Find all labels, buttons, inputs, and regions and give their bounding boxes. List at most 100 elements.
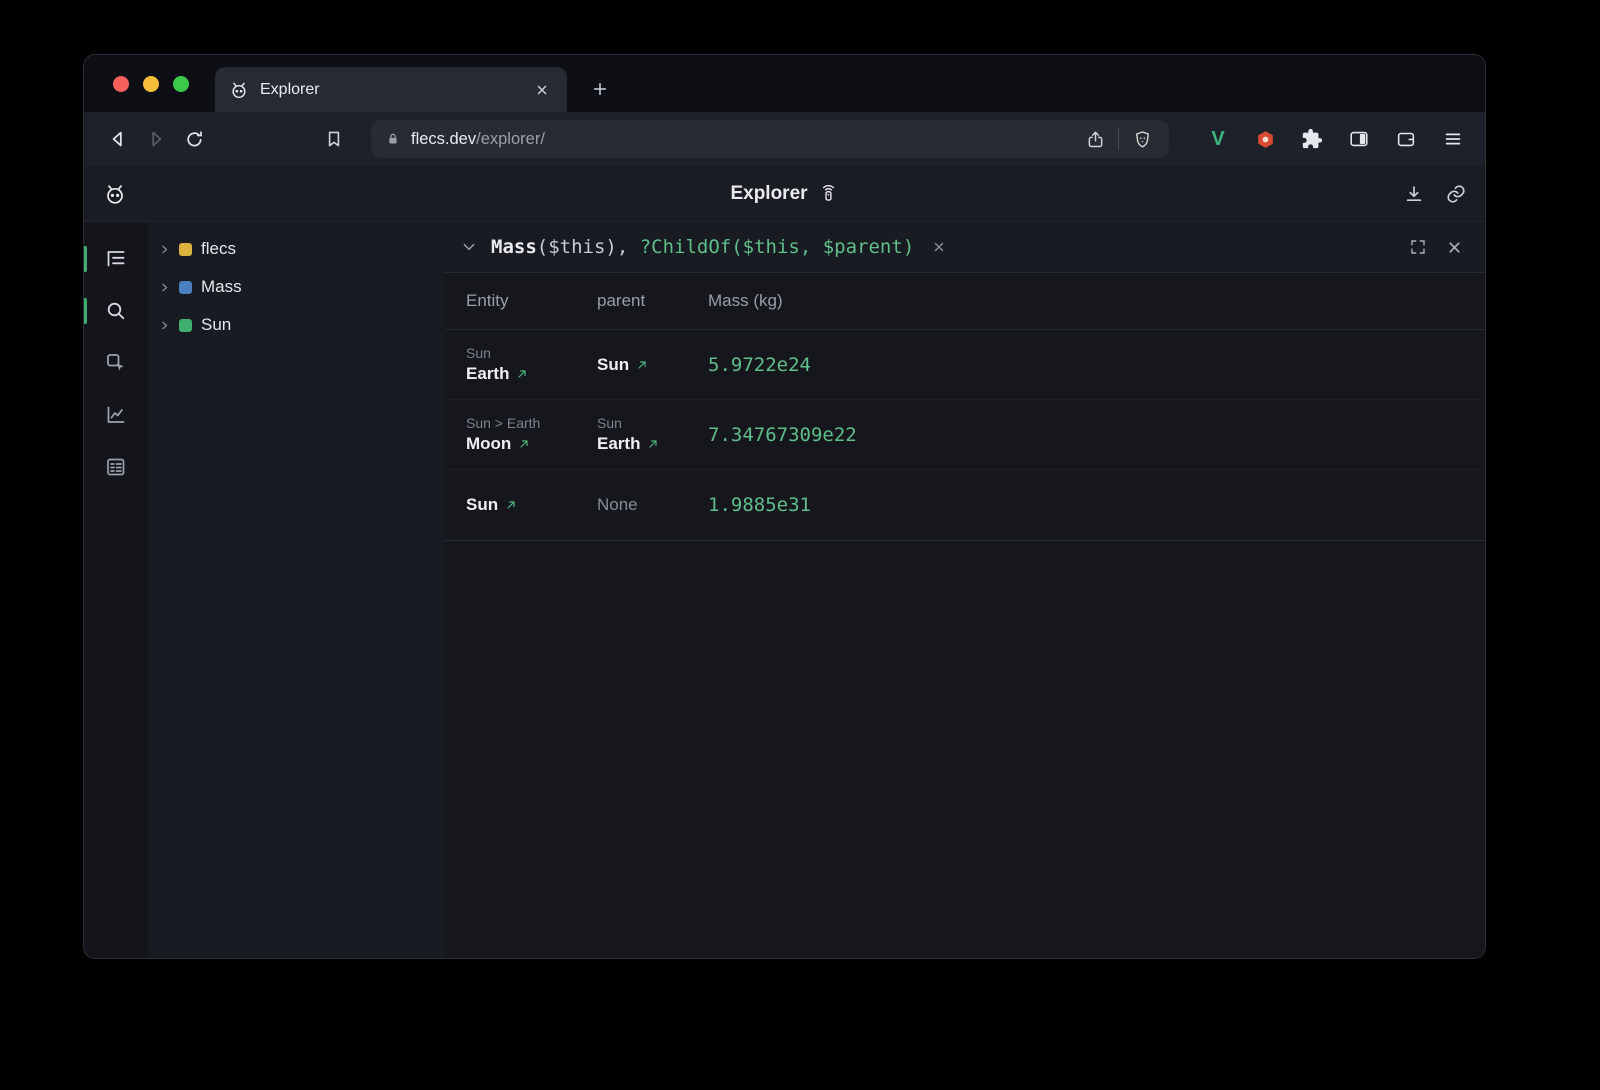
entity-link[interactable]: Earth [466, 364, 509, 384]
lock-icon [385, 131, 401, 147]
sidebar-panel-icon[interactable] [1346, 126, 1372, 152]
table-header: Entity parent Mass (kg) [445, 273, 1485, 330]
query-optional-term: ?ChildOf($this, $parent) [640, 236, 915, 258]
bookmark-icon[interactable] [319, 124, 349, 154]
entity-color-swatch [179, 319, 192, 332]
external-link-icon[interactable] [505, 499, 517, 511]
external-link-icon[interactable] [647, 438, 659, 450]
close-panel-icon[interactable] [1441, 234, 1467, 260]
parent-link[interactable]: Earth [597, 434, 640, 454]
browser-window: Explorer flecs.dev/explorer/ [84, 55, 1485, 958]
hexagon-extension-icon[interactable] [1252, 126, 1278, 152]
table-row: Sun None 1.9885e31 [445, 470, 1485, 540]
wallet-icon[interactable] [1393, 126, 1419, 152]
back-button[interactable] [103, 124, 133, 154]
parent-path: Sun [597, 415, 708, 431]
extensions-cluster: V [1205, 126, 1466, 152]
mass-value: 5.9722e24 [708, 354, 1485, 376]
entity-cell: Sun [466, 495, 597, 515]
external-link-icon[interactable] [516, 368, 528, 380]
share-icon[interactable] [1082, 126, 1108, 152]
table-row: Sun > Earth Moon Sun Earth 7.347673 [445, 400, 1485, 470]
vue-devtools-extension-icon[interactable]: V [1205, 126, 1231, 152]
entity-color-swatch [179, 243, 192, 256]
chevron-right-icon[interactable] [159, 320, 170, 331]
query-expression[interactable]: Mass($this), ?ChildOf($this, $parent) [491, 236, 914, 258]
query-panel-active-indicator [84, 298, 87, 324]
parent-cell: None [597, 495, 708, 515]
search-icon[interactable] [98, 293, 134, 329]
app-title-wrap: Explorer [730, 183, 838, 205]
tab-title: Explorer [260, 81, 520, 99]
menu-icon[interactable] [1440, 126, 1466, 152]
stats-icon[interactable] [98, 449, 134, 485]
external-link-icon[interactable] [636, 359, 648, 371]
entity-link[interactable]: Sun [466, 495, 498, 515]
parent-link[interactable]: Sun [597, 355, 629, 375]
flecs-logo-icon [103, 182, 127, 206]
browser-toolbar: flecs.dev/explorer/ V [84, 112, 1485, 166]
close-window-button[interactable] [113, 76, 129, 92]
fullscreen-icon[interactable] [1405, 234, 1431, 260]
entity-color-swatch [179, 281, 192, 294]
entity-cell: Sun > Earth Moon [466, 415, 597, 454]
app-header: Explorer [84, 166, 1485, 222]
tree-item-label: Sun [201, 315, 231, 335]
minimize-window-button[interactable] [143, 76, 159, 92]
url-path: /explorer/ [476, 130, 545, 148]
inspector-icon[interactable] [98, 345, 134, 381]
external-link-icon[interactable] [518, 438, 530, 450]
tree-item-sun[interactable]: Sun [148, 306, 445, 344]
clear-query-icon[interactable] [928, 236, 950, 258]
query-panel: Mass($this), ?ChildOf($this, $parent) En… [445, 222, 1485, 958]
query-args: ($this), [537, 236, 640, 258]
refresh-button[interactable] [179, 124, 209, 154]
new-tab-button[interactable] [586, 75, 614, 103]
parent-cell: Sun Earth [597, 415, 708, 454]
page-title: Explorer [730, 183, 807, 205]
connection-status-icon[interactable] [818, 183, 839, 204]
tree-item-mass[interactable]: Mass [148, 268, 445, 306]
mass-value: 7.34767309e22 [708, 424, 1485, 446]
chevron-right-icon[interactable] [159, 282, 170, 293]
chart-icon[interactable] [98, 397, 134, 433]
forward-button[interactable] [141, 124, 171, 154]
vue-letter: V [1205, 128, 1231, 151]
tree-item-label: flecs [201, 239, 236, 259]
tree-icon[interactable] [98, 241, 134, 277]
table-body: Sun Earth Sun 5.9722e24 [445, 330, 1485, 541]
app-header-actions [1399, 179, 1471, 209]
zoom-window-button[interactable] [173, 76, 189, 92]
urlbar-separator [1118, 128, 1119, 150]
mass-value: 1.9885e31 [708, 494, 1485, 516]
tree-item-flecs[interactable]: flecs [148, 230, 445, 268]
link-icon[interactable] [1441, 179, 1471, 209]
browser-tab[interactable]: Explorer [215, 67, 567, 112]
column-entity: Entity [466, 291, 597, 311]
tree-panel-active-indicator [84, 246, 87, 272]
query-panel-empty-area [445, 541, 1485, 958]
chevron-right-icon[interactable] [159, 244, 170, 255]
url-text: flecs.dev/explorer/ [411, 130, 545, 149]
chevron-down-icon[interactable] [457, 235, 481, 259]
tree-item-label: Mass [201, 277, 242, 297]
traffic-lights [113, 76, 189, 92]
entity-tree-panel: flecs Mass Sun [148, 222, 445, 958]
column-parent: parent [597, 291, 708, 311]
url-domain: flecs.dev [411, 130, 476, 148]
parent-none-label: None [597, 495, 638, 515]
brave-shield-icon[interactable] [1129, 126, 1155, 152]
query-header: Mass($this), ?ChildOf($this, $parent) [445, 222, 1485, 273]
entity-link[interactable]: Moon [466, 434, 511, 454]
sidebar-rail [84, 222, 148, 958]
download-icon[interactable] [1399, 179, 1429, 209]
parent-cell: Sun [597, 355, 708, 375]
column-mass: Mass (kg) [708, 291, 1485, 311]
query-component: Mass [491, 236, 537, 258]
extensions-puzzle-icon[interactable] [1299, 126, 1325, 152]
url-bar[interactable]: flecs.dev/explorer/ [371, 120, 1169, 158]
entity-cell: Sun Earth [466, 345, 597, 384]
tab-strip: Explorer [84, 55, 1485, 112]
close-tab-icon[interactable] [531, 79, 553, 101]
entity-path: Sun > Earth [466, 415, 597, 431]
